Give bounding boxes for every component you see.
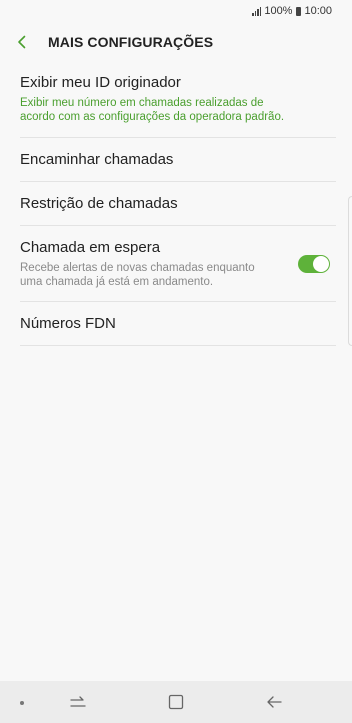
- setting-fdn-numbers[interactable]: Números FDN: [20, 302, 336, 346]
- setting-title: Encaminhar chamadas: [20, 151, 174, 168]
- setting-subtitle: Exibir meu número em chamadas realizadas…: [20, 97, 264, 109]
- setting-title: Restrição de chamadas: [20, 195, 178, 212]
- setting-subtitle: Recebe alertas de novas chamadas enquant…: [20, 262, 255, 274]
- setting-call-forwarding[interactable]: Encaminhar chamadas: [20, 138, 336, 182]
- home-icon[interactable]: [167, 692, 185, 712]
- setting-title: Chamada em espera: [20, 239, 161, 256]
- setting-call-barring[interactable]: Restrição de chamadas: [20, 182, 336, 226]
- battery-percent: 100%: [264, 5, 293, 17]
- setting-call-waiting[interactable]: Chamada em espera Recebe alertas de nova…: [20, 226, 336, 302]
- setting-title: Exibir meu ID originador: [20, 74, 181, 91]
- app-header: MAIS CONFIGURAÇÕES: [0, 22, 352, 62]
- toggle-knob: [313, 256, 329, 272]
- settings-list: Exibir meu ID originador Exibir meu núme…: [0, 61, 352, 346]
- dot-icon[interactable]: [18, 699, 26, 707]
- status-time: 10:00: [304, 5, 332, 17]
- back-arrow-icon[interactable]: [264, 692, 284, 712]
- signal-icon: [252, 6, 262, 16]
- setting-caller-id[interactable]: Exibir meu ID originador Exibir meu núme…: [20, 61, 336, 138]
- chevron-left-icon[interactable]: [14, 34, 30, 50]
- scroll-edge-handle: [348, 196, 352, 346]
- status-bar: 100% 10:00: [0, 0, 352, 22]
- navigation-bar: [0, 681, 352, 723]
- setting-subtitle: uma chamada já está em andamento.: [20, 276, 214, 288]
- setting-title: Números FDN: [20, 315, 116, 332]
- setting-subtitle: acordo com as configurações da operadora…: [20, 111, 285, 123]
- recents-icon[interactable]: [68, 692, 88, 712]
- page-title: MAIS CONFIGURAÇÕES: [48, 34, 214, 50]
- battery-icon: [296, 6, 302, 16]
- call-waiting-toggle[interactable]: [298, 255, 330, 273]
